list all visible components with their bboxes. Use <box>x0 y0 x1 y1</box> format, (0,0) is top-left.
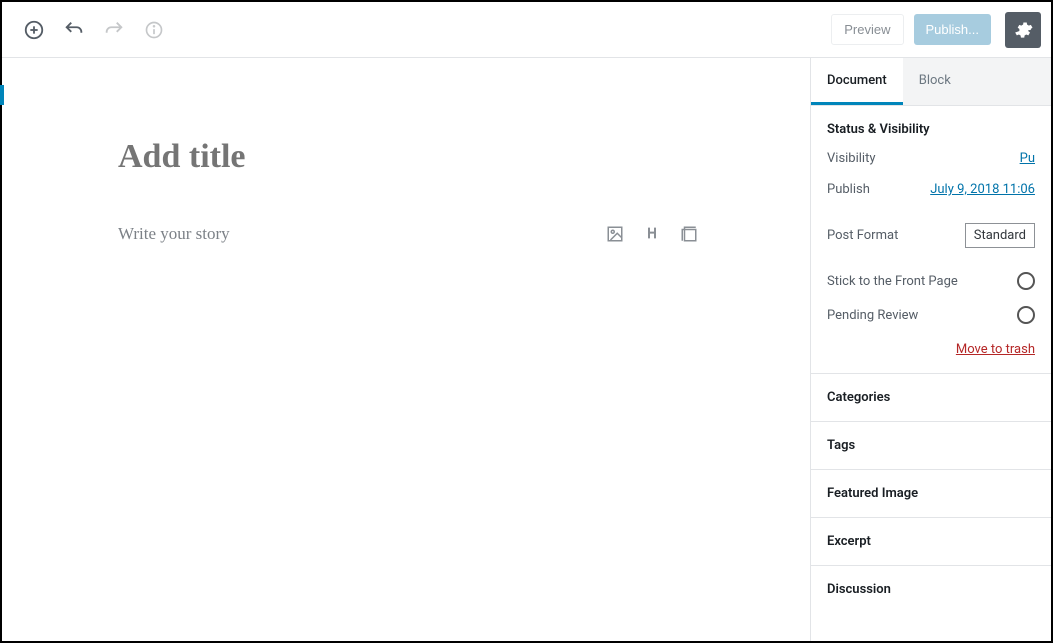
panel-heading-categories: Categories <box>827 390 1035 405</box>
heading-block-button[interactable] <box>644 225 660 243</box>
redo-icon <box>103 19 125 41</box>
panel-heading-tags: Tags <box>827 438 1035 453</box>
undo-button[interactable] <box>56 12 92 48</box>
main-area: Write your story Document Block Status &… <box>2 58 1051 641</box>
left-accent-bar <box>0 85 4 105</box>
publish-label: Publish <box>827 182 870 197</box>
panel-discussion[interactable]: Discussion <box>811 566 1051 613</box>
editor-canvas: Write your story <box>2 58 810 641</box>
gallery-block-button[interactable] <box>680 225 698 243</box>
heading-icon <box>644 225 660 241</box>
post-title-input[interactable] <box>118 138 698 176</box>
preview-button[interactable]: Preview <box>831 14 903 45</box>
sidebar-tabs: Document Block <box>811 58 1051 106</box>
stick-toggle[interactable] <box>1017 272 1035 290</box>
post-format-select[interactable]: Standard <box>965 223 1035 248</box>
top-toolbar: Preview Publish... <box>2 2 1051 58</box>
panel-heading-featured-image: Featured Image <box>827 486 1035 501</box>
row-pending-review: Pending Review <box>827 306 1035 324</box>
panel-excerpt[interactable]: Excerpt <box>811 518 1051 566</box>
panel-status-visibility: Status & Visibility Visibility Pu Publis… <box>811 106 1051 374</box>
visibility-value-link[interactable]: Pu <box>1020 151 1035 166</box>
info-icon <box>144 20 164 40</box>
story-row: Write your story <box>118 224 698 244</box>
settings-sidebar: Document Block Status & Visibility Visib… <box>810 58 1051 641</box>
row-move-to-trash: Move to trash <box>827 342 1035 357</box>
panel-heading-status: Status & Visibility <box>827 122 1035 137</box>
panel-categories[interactable]: Categories <box>811 374 1051 422</box>
move-to-trash-link[interactable]: Move to trash <box>956 342 1035 357</box>
gear-icon <box>1013 20 1033 40</box>
quick-block-icons <box>606 225 698 243</box>
tab-block[interactable]: Block <box>903 58 967 105</box>
row-post-format: Post Format Standard <box>827 223 1035 248</box>
row-stick-front-page: Stick to the Front Page <box>827 272 1035 290</box>
panel-featured-image[interactable]: Featured Image <box>811 470 1051 518</box>
add-block-button[interactable] <box>16 12 52 48</box>
redo-button[interactable] <box>96 12 132 48</box>
publish-date-link[interactable]: July 9, 2018 11:06 <box>930 182 1035 197</box>
story-placeholder[interactable]: Write your story <box>118 224 606 244</box>
pending-label: Pending Review <box>827 308 918 323</box>
panel-tags[interactable]: Tags <box>811 422 1051 470</box>
row-visibility: Visibility Pu <box>827 151 1035 166</box>
post-format-label: Post Format <box>827 228 898 243</box>
stick-label: Stick to the Front Page <box>827 274 958 289</box>
panel-heading-discussion: Discussion <box>827 582 1035 597</box>
row-publish: Publish July 9, 2018 11:06 <box>827 182 1035 197</box>
undo-icon <box>63 19 85 41</box>
publish-button[interactable]: Publish... <box>914 14 991 45</box>
visibility-label: Visibility <box>827 151 876 166</box>
info-button[interactable] <box>136 12 172 48</box>
settings-button[interactable] <box>1005 12 1041 48</box>
image-block-button[interactable] <box>606 225 624 243</box>
pending-toggle[interactable] <box>1017 306 1035 324</box>
tab-document[interactable]: Document <box>811 58 903 105</box>
image-icon <box>606 225 624 243</box>
gallery-icon <box>680 225 698 243</box>
plus-circle-icon <box>23 19 45 41</box>
panel-heading-excerpt: Excerpt <box>827 534 1035 549</box>
